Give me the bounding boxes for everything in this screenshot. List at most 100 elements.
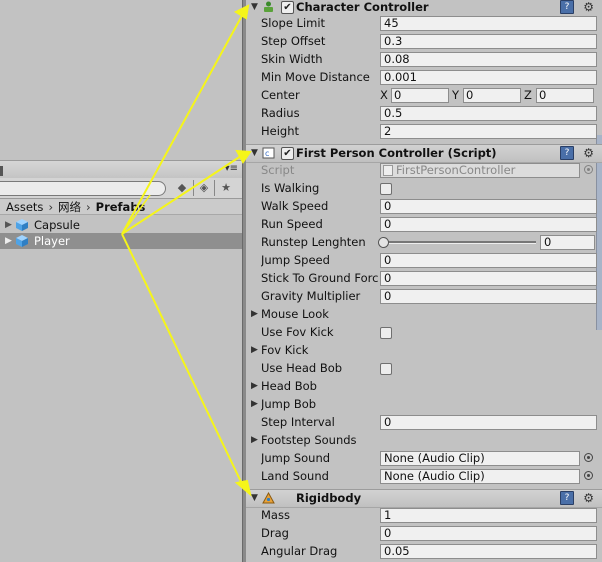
object-picker-icon[interactable] xyxy=(584,471,593,480)
prop-slope-limit: Slope Limit 45 xyxy=(246,14,602,32)
prop-footstep-sounds[interactable]: ▶ Footstep Sounds xyxy=(246,431,602,449)
prop-label: Script xyxy=(261,163,295,177)
expand-arrow-icon[interactable]: ▶ xyxy=(5,217,12,233)
fold-down-icon[interactable]: ▼ xyxy=(251,145,258,161)
search-by-type-icon[interactable]: ◆ xyxy=(174,180,190,196)
expand-arrow-icon[interactable]: ▶ xyxy=(251,377,258,395)
object-picker-icon xyxy=(584,165,593,174)
prop-land-sound: Land Sound None (Audio Clip) xyxy=(246,467,602,485)
prop-mass: Mass 1 xyxy=(246,506,602,524)
jump-speed-field[interactable]: 0 xyxy=(380,253,597,268)
project-toolbar: ◆ ◈ ★ xyxy=(0,178,242,199)
runstep-slider-track[interactable] xyxy=(384,241,536,244)
center-z-label: Z xyxy=(524,88,532,102)
prop-gravity-multiplier: Gravity Multiplier 0 xyxy=(246,287,602,305)
project-panel: ▾≡ ◆ ◈ ★ Assets › 网络 › Prefabs ▶ Capsule ▶ P… xyxy=(0,0,242,562)
center-y-label: Y xyxy=(452,88,460,102)
angular-drag-field[interactable]: 0.05 xyxy=(380,544,597,559)
help-book-icon[interactable]: ? xyxy=(560,146,574,160)
slope-limit-field[interactable]: 45 xyxy=(380,16,597,31)
expand-arrow-icon[interactable]: ▶ xyxy=(251,305,258,323)
prop-label: Is Walking xyxy=(261,181,320,195)
breadcrumb-item[interactable]: 网络 xyxy=(58,200,81,214)
prop-jump-bob[interactable]: ▶ Jump Bob xyxy=(246,395,602,413)
prop-label: Step Interval xyxy=(261,415,335,429)
run-speed-field[interactable]: 0 xyxy=(380,217,597,232)
search-input[interactable] xyxy=(0,181,166,196)
center-z-field[interactable]: 0 xyxy=(536,88,594,103)
step-interval-field[interactable]: 0 xyxy=(380,415,597,430)
expand-arrow-icon[interactable]: ▶ xyxy=(251,431,258,449)
prop-fov-kick[interactable]: ▶ Fov Kick xyxy=(246,341,602,359)
skin-width-field[interactable]: 0.08 xyxy=(380,52,597,67)
prop-label: Min Move Distance xyxy=(261,70,370,84)
runstep-field[interactable]: 0 xyxy=(540,235,595,250)
fold-down-icon[interactable]: ▼ xyxy=(251,490,258,506)
character-controller-header[interactable]: ▼ ✔ Character Controller ? ⚙ xyxy=(246,0,602,15)
stick-to-ground-field[interactable]: 0 xyxy=(380,271,597,286)
prop-label: Center xyxy=(261,88,300,102)
panel-menu-icon[interactable]: ▾≡ xyxy=(225,163,238,174)
height-field[interactable]: 2 xyxy=(380,124,597,139)
land-sound-object-field[interactable]: None (Audio Clip) xyxy=(380,469,580,484)
use-fov-kick-checkbox[interactable] xyxy=(380,327,392,339)
prop-label: Jump Bob xyxy=(261,397,317,411)
breadcrumb-item[interactable]: Assets xyxy=(6,200,43,214)
prop-label: Height xyxy=(261,124,300,138)
expand-arrow-icon[interactable]: ▶ xyxy=(251,341,258,359)
gear-icon[interactable]: ⚙ xyxy=(583,145,594,161)
search-by-label-icon[interactable]: ◈ xyxy=(196,180,212,196)
min-move-distance-field[interactable]: 0.001 xyxy=(380,70,597,85)
help-book-icon[interactable]: ? xyxy=(560,0,574,14)
component-enabled-checkbox[interactable]: ✔ xyxy=(281,147,294,160)
drag-field[interactable]: 0 xyxy=(380,526,597,541)
breadcrumb-item-current[interactable]: Prefabs xyxy=(96,200,146,214)
prop-center: Center X 0 Y 0 Z 0 xyxy=(246,86,602,104)
use-head-bob-checkbox[interactable] xyxy=(380,363,392,375)
prop-drag: Drag 0 xyxy=(246,524,602,542)
radius-field[interactable]: 0.5 xyxy=(380,106,597,121)
gear-icon[interactable]: ⚙ xyxy=(583,0,594,15)
asset-row-capsule[interactable]: ▶ Capsule xyxy=(0,217,242,233)
toolbar-divider xyxy=(214,180,215,196)
gear-icon[interactable]: ⚙ xyxy=(583,490,594,506)
prefab-cube-icon xyxy=(16,219,28,231)
object-picker-icon[interactable] xyxy=(584,453,593,462)
prop-label: Drag xyxy=(261,526,289,540)
step-offset-field[interactable]: 0.3 xyxy=(380,34,597,49)
fold-down-icon[interactable]: ▼ xyxy=(251,0,258,15)
inspector-panel: ▼ ✔ Character Controller ? ⚙ Slope Limit… xyxy=(246,0,602,562)
prop-head-bob[interactable]: ▶ Head Bob xyxy=(246,377,602,395)
prop-step-offset: Step Offset 0.3 xyxy=(246,32,602,50)
favorite-star-icon[interactable]: ★ xyxy=(218,180,234,196)
center-x-label: X xyxy=(380,88,388,102)
prop-height: Height 2 xyxy=(246,122,602,140)
prop-label: Fov Kick xyxy=(261,343,309,357)
mass-field[interactable]: 1 xyxy=(380,508,597,523)
expand-arrow-icon[interactable]: ▶ xyxy=(251,395,258,413)
center-y-field[interactable]: 0 xyxy=(463,88,521,103)
jump-sound-object-field[interactable]: None (Audio Clip) xyxy=(380,451,580,466)
prop-angular-drag: Angular Drag 0.05 xyxy=(246,542,602,560)
help-book-icon[interactable]: ? xyxy=(560,491,574,505)
prop-label: Head Bob xyxy=(261,379,317,393)
tab-indicator xyxy=(0,166,3,176)
prop-label: Slope Limit xyxy=(261,16,326,30)
center-x-field[interactable]: 0 xyxy=(391,88,449,103)
asset-row-player[interactable]: ▶ Player xyxy=(0,233,242,249)
component-enabled-checkbox[interactable]: ✔ xyxy=(281,1,294,14)
prop-label: Footstep Sounds xyxy=(261,433,357,447)
is-walking-checkbox[interactable] xyxy=(380,183,392,195)
prop-radius: Radius 0.5 xyxy=(246,104,602,122)
prop-label: Gravity Multiplier xyxy=(261,289,361,303)
character-controller-icon xyxy=(264,1,273,12)
prop-mouse-look[interactable]: ▶ Mouse Look xyxy=(246,305,602,323)
prop-runstep-lenghten: Runstep Lenghten 0 xyxy=(246,233,602,251)
runstep-slider-handle[interactable] xyxy=(378,237,389,248)
prop-step-interval: Step Interval 0 xyxy=(246,413,602,431)
prop-label: Step Offset xyxy=(261,34,326,48)
walk-speed-field[interactable]: 0 xyxy=(380,199,597,214)
expand-arrow-icon[interactable]: ▶ xyxy=(5,233,12,249)
prop-label: Land Sound xyxy=(261,469,329,483)
gravity-multiplier-field[interactable]: 0 xyxy=(380,289,597,304)
